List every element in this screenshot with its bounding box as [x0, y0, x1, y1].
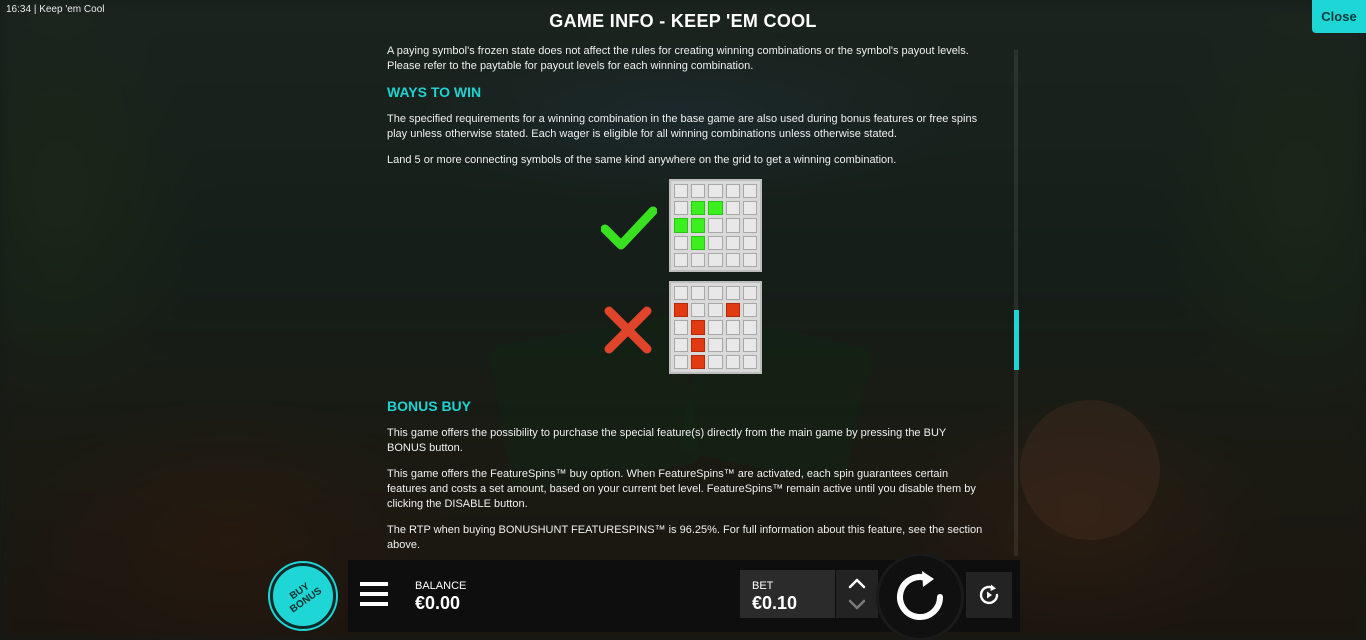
grid-cell [708, 303, 723, 318]
grid-cell [742, 354, 757, 369]
autoplay-button[interactable] [966, 572, 1012, 618]
grid-cell-highlighted [691, 320, 706, 335]
grid-cell [708, 286, 723, 301]
valid-example-row [387, 179, 987, 275]
bet-value: €0.10 [752, 593, 798, 613]
grid-cell [742, 235, 757, 250]
ways-to-win-paragraph-1: The specified requirements for a winning… [387, 113, 978, 140]
buy-bonus-button[interactable]: BUY BONUS [270, 563, 336, 629]
grid-cell-highlighted [691, 218, 706, 233]
grid-cell [674, 184, 689, 199]
spin-button[interactable] [876, 553, 964, 640]
grid-cell [725, 218, 740, 233]
game-info-content[interactable]: A paying symbol's frozen state does not … [387, 44, 987, 556]
grid-cell [674, 286, 689, 301]
valid-example-grid [669, 179, 762, 272]
grid-cell [725, 337, 740, 352]
grid-cell [691, 286, 706, 301]
menu-icon[interactable] [360, 582, 388, 606]
grid-cell [742, 184, 757, 199]
grid-cell [691, 303, 706, 318]
grid-cell-highlighted [691, 235, 706, 250]
autoplay-icon [979, 584, 999, 605]
grid-cell [725, 201, 740, 216]
grid-cell [725, 235, 740, 250]
spin-icon [897, 571, 943, 620]
grid-cell [674, 252, 689, 267]
bonus-buy-heading: BONUS BUY [387, 398, 472, 414]
grid-cell [708, 218, 723, 233]
grid-cell [708, 320, 723, 335]
grid-cell-highlighted [674, 218, 689, 233]
grid-cell [742, 252, 757, 267]
bonus-buy-paragraph-2: This game offers the FeatureSpins™ buy o… [387, 468, 976, 510]
close-button[interactable]: Close [1312, 0, 1366, 33]
grid-cell-highlighted [725, 303, 740, 318]
grid-cell-highlighted [691, 337, 706, 352]
page-title: GAME INFO - KEEP 'EM COOL [549, 11, 817, 31]
grid-cell-highlighted [691, 201, 706, 216]
grid-cell-highlighted [708, 201, 723, 216]
grid-cell [708, 184, 723, 199]
bet-decrease-icon[interactable] [847, 598, 867, 612]
grid-cell [742, 286, 757, 301]
invalid-example-row [387, 281, 987, 377]
grid-cell [674, 337, 689, 352]
grid-cell [674, 320, 689, 335]
grid-cell-highlighted [691, 354, 706, 369]
grid-cell [708, 252, 723, 267]
grid-cell [674, 201, 689, 216]
scrollbar-track[interactable] [1014, 50, 1018, 556]
grid-cell [742, 320, 757, 335]
intro-paragraph: A paying symbol's frozen state does not … [387, 45, 969, 72]
grid-cell [725, 252, 740, 267]
grid-cell [742, 201, 757, 216]
grid-cell [742, 218, 757, 233]
grid-cell [674, 235, 689, 250]
grid-cell [674, 354, 689, 369]
grid-cell [742, 303, 757, 318]
grid-cell-highlighted [674, 303, 689, 318]
grid-cell [725, 286, 740, 301]
grid-cell [725, 354, 740, 369]
balance-label: BALANCE [415, 580, 467, 592]
bet-label: BET [752, 580, 774, 592]
bonus-buy-paragraph-3: The RTP when buying BONUSHUNT FEATURESPI… [387, 524, 983, 551]
scrollbar-thumb[interactable] [1014, 310, 1019, 370]
grid-cell [691, 184, 706, 199]
balance-value: €0.00 [415, 593, 461, 613]
bet-increase-icon[interactable] [847, 576, 867, 590]
grid-cell [725, 320, 740, 335]
grid-cell [742, 337, 757, 352]
grid-cell [708, 235, 723, 250]
check-mark-icon [601, 206, 657, 250]
grid-cell [725, 184, 740, 199]
ways-to-win-heading: WAYS TO WIN [387, 84, 482, 100]
grid-cell [708, 337, 723, 352]
bonus-buy-paragraph-1: This game offers the possibility to purc… [387, 427, 947, 454]
cross-mark-icon [604, 306, 652, 354]
grid-cell [691, 252, 706, 267]
invalid-example-grid [669, 281, 762, 374]
grid-cell [708, 354, 723, 369]
ways-to-win-paragraph-2: Land 5 or more connecting symbols of the… [387, 154, 897, 166]
buy-bonus-label: BUY BONUS [288, 580, 325, 616]
